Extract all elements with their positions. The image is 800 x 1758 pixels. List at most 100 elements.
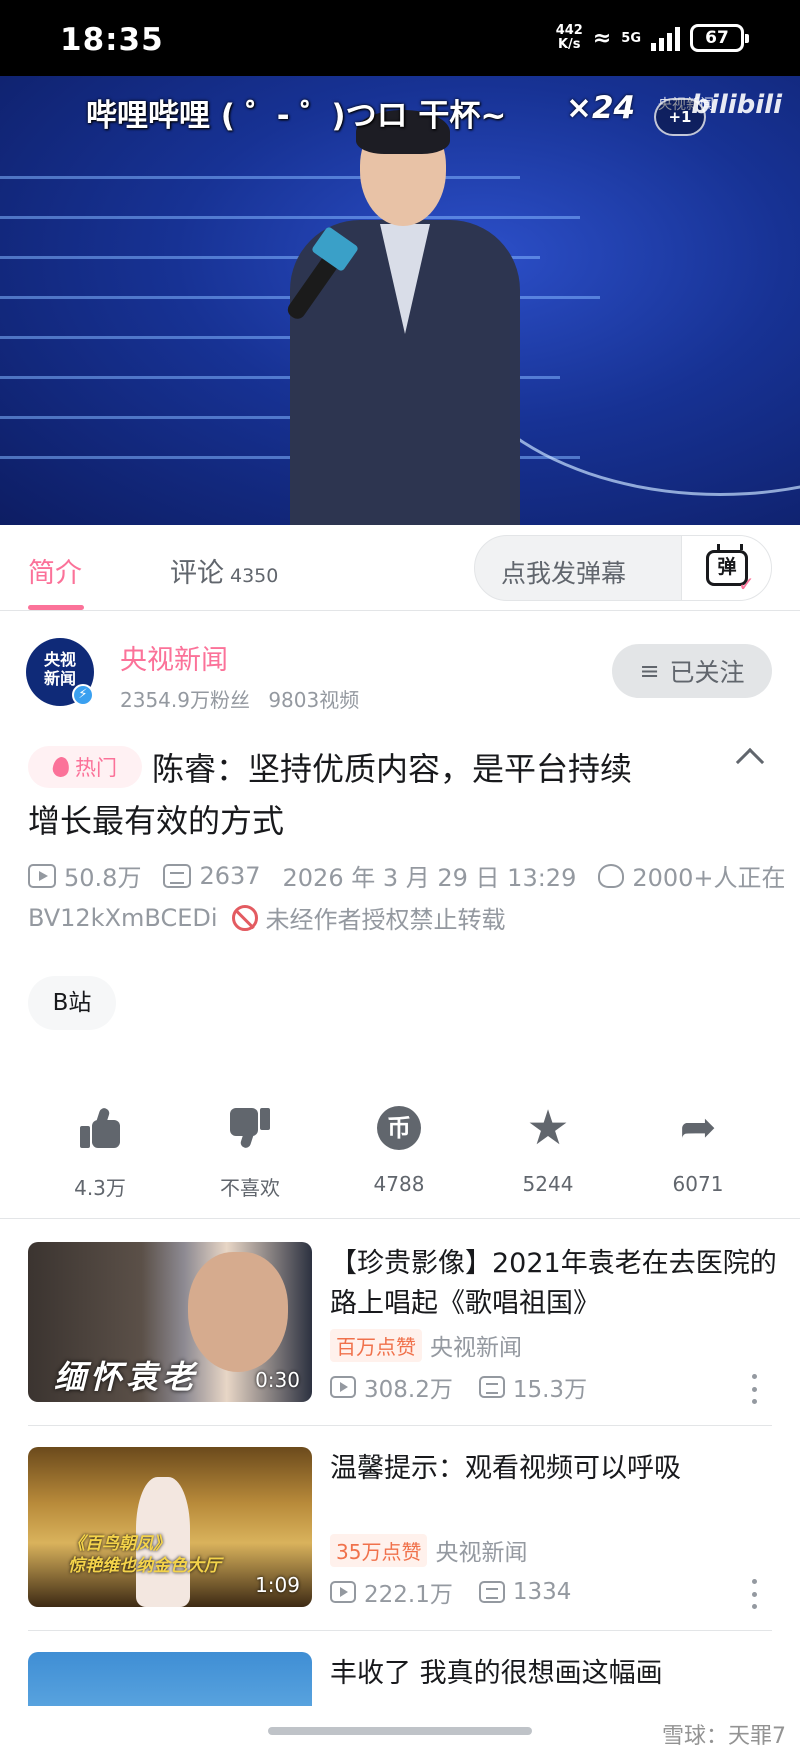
tab-comments-count: 4350 bbox=[230, 565, 279, 587]
hot-badge-label: 热门 bbox=[75, 756, 117, 780]
danmaku-count: 2637 bbox=[199, 861, 261, 890]
more-icon[interactable] bbox=[752, 1579, 758, 1609]
like-badge: 百万点赞 bbox=[330, 1328, 422, 1362]
detail-tabs: 简介 评论 4350 点我发弹幕 弹 ✓ bbox=[0, 525, 800, 611]
danmaku-count-icon bbox=[478, 1581, 505, 1603]
section-divider bbox=[0, 1218, 800, 1219]
dislike-button[interactable]: 不喜欢 bbox=[190, 1100, 310, 1201]
bvid[interactable]: BV12kXmBCEDi bbox=[28, 904, 218, 932]
favorite-count: 5244 bbox=[522, 1172, 574, 1196]
video-duration: 1:09 bbox=[255, 1573, 300, 1597]
like-badge: 35万点赞 bbox=[330, 1533, 428, 1567]
status-bar: 18:35 442 K/s ≈ 5G 67 bbox=[0, 0, 800, 76]
list-item[interactable]: 缅怀袁老 0:30 【珍贵影像】2021年袁老在去医院的路上唱起《歌唱祖国》 百… bbox=[0, 1242, 800, 1404]
net-speed-unit: K/s bbox=[557, 37, 581, 52]
action-bar: 4.3万 不喜欢 币 4788 ★ 5244 ➦ 6071 bbox=[0, 1100, 800, 1218]
star-icon: ★ bbox=[526, 1100, 570, 1156]
avatar-text-top: 央视 bbox=[43, 650, 76, 669]
card-views: 222.1万 bbox=[364, 1582, 453, 1608]
status-time: 18:35 bbox=[60, 22, 164, 58]
check-icon: ✓ bbox=[738, 572, 755, 596]
danmaku-input-placeholder[interactable]: 点我发弹幕 bbox=[501, 554, 626, 590]
play-count-icon bbox=[330, 1581, 356, 1603]
status-icons: 442 K/s ≈ 5G 67 bbox=[556, 24, 749, 52]
battery-icon: 67 bbox=[690, 24, 749, 52]
follow-button[interactable]: ≡ 已关注 bbox=[612, 644, 772, 698]
list-item[interactable]: 《百鸟朝凤》 惊艳维也纳金色大厅 1:09 温馨提示：观看视频可以呼吸 35万点… bbox=[0, 1447, 800, 1609]
copyright-notice: 未经作者授权禁止转载 bbox=[265, 906, 506, 934]
video-title[interactable]: 丰收了 我真的很想画这幅画 bbox=[330, 1654, 780, 1694]
coin-count: 4788 bbox=[373, 1172, 425, 1196]
tab-comments[interactable]: 评论 4350 bbox=[170, 551, 278, 590]
like-button[interactable]: 4.3万 bbox=[40, 1100, 160, 1201]
menu-icon: ≡ bbox=[639, 657, 660, 685]
video-meta: 50.8万 2637 2026 年 3 月 29 日 13:29 2000+人正… bbox=[28, 858, 786, 893]
watermark: 雪球：天罪7 bbox=[662, 1724, 786, 1749]
danmaku-comment: 哔哩哔哩 ( ゜- ゜)つロ 干杯~ bbox=[86, 98, 507, 134]
bilibili-logo: bilibili bbox=[691, 90, 782, 120]
tag-chip[interactable]: B站 bbox=[28, 976, 116, 1030]
list-item[interactable]: 丰收了 我真的很想画这幅画 bbox=[0, 1652, 800, 1706]
home-indicator[interactable] bbox=[268, 1727, 532, 1735]
coin-button[interactable]: 币 4788 bbox=[339, 1100, 459, 1196]
danmaku-combo-count: ×24 bbox=[566, 90, 636, 126]
card-danmaku: 15.3万 bbox=[512, 1377, 588, 1403]
follow-label: 已关注 bbox=[669, 658, 745, 687]
item-divider bbox=[28, 1425, 772, 1426]
video-thumbnail[interactable]: 缅怀袁老 0:30 bbox=[28, 1242, 312, 1402]
danmaku-toggle-button[interactable]: 弹 ✓ bbox=[681, 536, 771, 600]
people-icon bbox=[598, 863, 625, 888]
speaker-figure bbox=[284, 110, 520, 525]
author-stats: 2354.9万粉丝 9803视频 bbox=[120, 688, 360, 712]
thumbnail-caption: 《百鸟朝凤》 惊艳维也纳金色大厅 bbox=[68, 1533, 221, 1577]
card-meta: 百万点赞 央视新闻 bbox=[330, 1328, 522, 1362]
wifi-icon: ≈ bbox=[592, 25, 612, 51]
network-type: 5G bbox=[621, 30, 641, 46]
publish-time: 2026 年 3 月 29 日 13:29 bbox=[282, 864, 577, 892]
online-count: 2000+人正在 bbox=[632, 864, 786, 892]
video-player[interactable]: 哔哩哔哩 ( ゜- ゜)つロ 干杯~ ×24 央视新闻 +1 bilibili bbox=[0, 76, 800, 525]
video-title[interactable]: 温馨提示：观看视频可以呼吸 bbox=[330, 1449, 780, 1489]
card-danmaku: 1334 bbox=[512, 1579, 572, 1605]
share-icon: ➦ bbox=[679, 1102, 717, 1153]
thumbs-up-icon bbox=[80, 1106, 120, 1148]
more-icon[interactable] bbox=[752, 1374, 758, 1404]
card-views: 308.2万 bbox=[364, 1377, 453, 1403]
video-thumbnail[interactable]: 《百鸟朝凤》 惊艳维也纳金色大厅 1:09 bbox=[28, 1447, 312, 1607]
dislike-label: 不喜欢 bbox=[220, 1176, 280, 1200]
share-count: 6071 bbox=[672, 1172, 724, 1196]
card-author: 央视新闻 bbox=[435, 1540, 528, 1566]
play-count-icon bbox=[330, 1376, 356, 1398]
video-title[interactable]: 【珍贵影像】2021年袁老在去医院的路上唱起《歌唱祖国》 bbox=[330, 1244, 780, 1324]
danmaku-count-icon bbox=[163, 863, 192, 888]
video-title: 陈睿：坚持优质内容，是平台持续 bbox=[152, 750, 633, 788]
net-speed: 442 K/s bbox=[556, 24, 583, 52]
tab-intro[interactable]: 简介 bbox=[28, 551, 82, 590]
video-thumbnail[interactable] bbox=[28, 1652, 312, 1706]
video-title-cont: 增长最有效的方式 bbox=[28, 802, 285, 840]
thumbnail-caption-line1: 《百鸟朝凤》 bbox=[68, 1534, 170, 1554]
like-count: 4.3万 bbox=[74, 1176, 126, 1200]
tab-comments-label: 评论 bbox=[170, 558, 224, 589]
verified-icon: ⚡ bbox=[72, 684, 94, 706]
card-stats: 308.2万 15.3万 bbox=[330, 1370, 587, 1404]
chevron-up-icon[interactable] bbox=[735, 747, 765, 777]
favorite-button[interactable]: ★ 5244 bbox=[488, 1100, 608, 1196]
thumbnail-caption-line2: 惊艳维也纳金色大厅 bbox=[68, 1556, 221, 1576]
thumbnail-caption: 缅怀袁老 bbox=[54, 1358, 199, 1396]
video-meta-secondary: BV12kXmBCEDi 未经作者授权禁止转载 bbox=[28, 900, 506, 935]
signal-icon bbox=[651, 25, 680, 51]
share-button[interactable]: ➦ 6071 bbox=[638, 1100, 758, 1197]
card-stats: 222.1万 1334 bbox=[330, 1575, 571, 1609]
danmaku-input-box[interactable]: 点我发弹幕 弹 ✓ bbox=[474, 535, 772, 601]
card-meta: 35万点赞 央视新闻 bbox=[330, 1533, 527, 1567]
hot-badge[interactable]: 热门 bbox=[28, 746, 142, 788]
danmaku-count-icon bbox=[478, 1376, 505, 1398]
thumbs-down-icon bbox=[230, 1108, 270, 1150]
author-name[interactable]: 央视新闻 bbox=[120, 638, 228, 677]
video-duration: 0:30 bbox=[255, 1368, 300, 1392]
view-count: 50.8万 bbox=[64, 864, 142, 892]
no-repost-icon bbox=[231, 904, 258, 931]
card-author: 央视新闻 bbox=[430, 1335, 522, 1361]
coin-icon: 币 bbox=[377, 1106, 421, 1150]
